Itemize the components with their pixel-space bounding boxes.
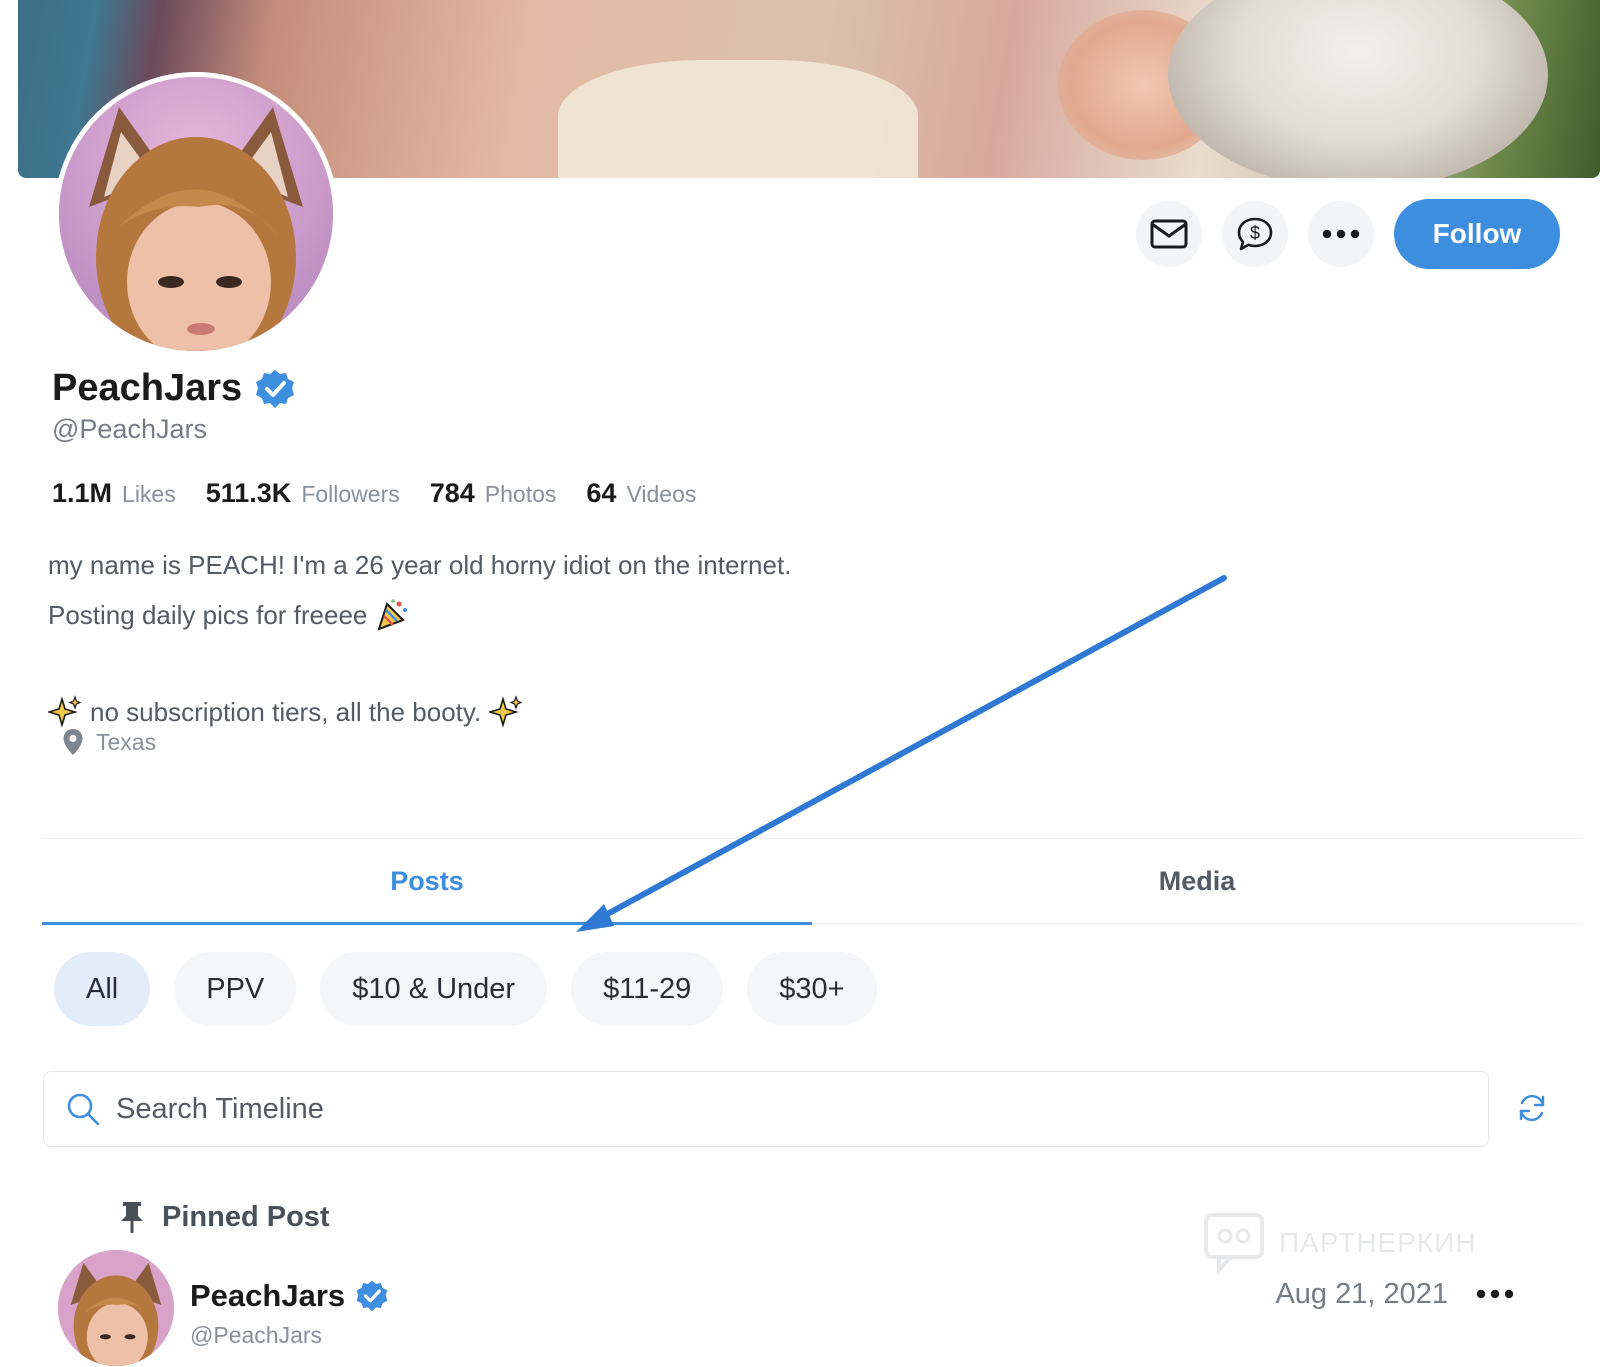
stat-likes: 1.1M Likes xyxy=(52,478,176,509)
verified-badge-icon xyxy=(356,1280,388,1312)
stat-value: 1.1M xyxy=(52,478,113,508)
filter-chip-ppv[interactable]: PPV xyxy=(174,952,297,1026)
stat-label: Likes xyxy=(122,481,176,507)
refresh-icon xyxy=(1519,1094,1545,1122)
bio-line: Posting daily pics for freeee xyxy=(48,590,791,640)
search-input[interactable] xyxy=(116,1092,1416,1126)
profile-avatar[interactable] xyxy=(54,72,338,356)
price-filters: All PPV $10 & Under $11-29 $30+ xyxy=(54,952,877,1026)
bio-line: my name is PEACH! I'm a 26 year old horn… xyxy=(48,540,791,590)
profile-bio: my name is PEACH! I'm a 26 year old horn… xyxy=(48,540,791,737)
content-tabs: Posts Media xyxy=(42,838,1582,925)
tab-media[interactable]: Media xyxy=(812,839,1582,923)
tab-posts[interactable]: Posts xyxy=(42,839,812,925)
profile-name: PeachJars xyxy=(52,367,243,409)
sparkles-icon xyxy=(48,695,82,728)
pinned-post-label: Pinned Post xyxy=(118,1200,330,1234)
stat-label: Followers xyxy=(301,481,400,507)
post-header: PeachJars @PeachJars Aug 21, 2021 xyxy=(58,1250,1558,1367)
post-more-button[interactable] xyxy=(1476,1286,1514,1304)
stat-value: 784 xyxy=(429,478,475,508)
stat-followers: 511.3K Followers xyxy=(206,478,400,509)
filter-chip-under-10[interactable]: $10 & Under xyxy=(320,952,548,1026)
bio-line: no subscription tiers, all the booty. xyxy=(48,687,791,737)
profile-stats: 1.1M Likes 511.3K Followers 784 Photos 6… xyxy=(52,478,696,509)
profile-location: Texas xyxy=(62,728,156,756)
location-text: Texas xyxy=(96,728,157,755)
sparkles-icon xyxy=(489,695,523,728)
search-bar xyxy=(43,1071,1489,1147)
pin-icon xyxy=(121,1202,143,1233)
post-author-name[interactable]: PeachJars xyxy=(190,1278,345,1314)
profile-actions: $ Follow xyxy=(1136,199,1560,269)
filter-chip-30-plus[interactable]: $30+ xyxy=(747,952,877,1026)
message-button[interactable] xyxy=(1136,201,1202,267)
post-author-row: PeachJars xyxy=(190,1278,389,1314)
more-options-button[interactable] xyxy=(1308,201,1374,267)
filter-chip-11-29[interactable]: $11-29 xyxy=(571,952,724,1026)
party-popper-icon xyxy=(377,599,408,631)
bio-spacer xyxy=(48,640,791,687)
tip-button[interactable]: $ xyxy=(1222,201,1288,267)
stat-videos: 64 Videos xyxy=(586,478,696,509)
search-icon xyxy=(67,1093,100,1126)
verified-badge-icon xyxy=(256,369,295,408)
refresh-button[interactable] xyxy=(1516,1092,1548,1129)
profile-name-row: PeachJars xyxy=(52,367,296,410)
ellipsis-icon xyxy=(1322,229,1360,239)
profile-handle: @PeachJars xyxy=(52,414,207,444)
stat-label: Photos xyxy=(484,481,557,507)
stat-label: Videos xyxy=(626,481,697,507)
envelope-icon xyxy=(1150,219,1188,249)
stat-value: 511.3K xyxy=(205,478,292,508)
pinned-text: Pinned Post xyxy=(162,1200,330,1233)
filter-chip-all[interactable]: All xyxy=(54,952,151,1026)
dollar-chat-icon: $ xyxy=(1237,217,1273,251)
svg-text:$: $ xyxy=(1250,223,1260,243)
bio-text: my name is PEACH! I'm a 26 year old horn… xyxy=(48,550,792,580)
follow-button[interactable]: Follow xyxy=(1394,199,1560,269)
ellipsis-icon xyxy=(1476,1289,1514,1299)
post-author-avatar[interactable] xyxy=(58,1250,174,1366)
post-date: Aug 21, 2021 xyxy=(1275,1278,1448,1310)
stat-value: 64 xyxy=(586,478,617,508)
post-author-handle: @PeachJars xyxy=(190,1322,323,1348)
stat-photos: 784 Photos xyxy=(430,478,557,509)
location-pin-icon xyxy=(63,729,83,755)
bio-text: Posting daily pics for freeee xyxy=(48,600,368,630)
